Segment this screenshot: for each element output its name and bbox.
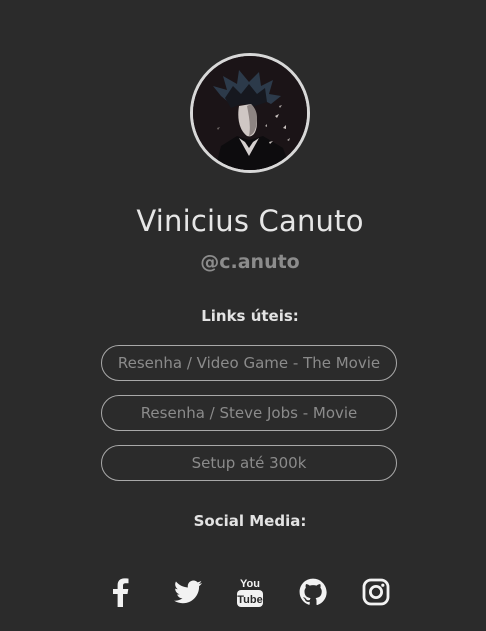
instagram-icon [362, 578, 390, 606]
svg-text:Tube: Tube [237, 594, 262, 606]
youtube-icon: You Tube [237, 578, 263, 607]
github-link[interactable] [297, 575, 329, 609]
instagram-link[interactable] [360, 575, 392, 609]
facebook-icon [113, 578, 129, 607]
youtube-link[interactable]: You Tube [232, 575, 268, 609]
avatar [190, 53, 310, 173]
link-button-setup[interactable]: Setup até 300k [101, 445, 397, 481]
social-heading: Social Media: [193, 512, 307, 530]
profile-name: Vinicius Canuto [136, 204, 364, 238]
link-button-steve-jobs[interactable]: Resenha / Steve Jobs - Movie [101, 395, 397, 431]
avatar-image [193, 56, 307, 170]
profile-handle: @c.anuto [200, 251, 300, 273]
links-heading: Links úteis: [201, 307, 299, 325]
github-icon [299, 578, 327, 606]
facebook-link[interactable] [105, 575, 135, 609]
link-button-video-game[interactable]: Resenha / Video Game - The Movie [101, 345, 397, 381]
svg-text:You: You [240, 578, 260, 590]
twitter-icon [174, 580, 202, 604]
twitter-link[interactable] [171, 575, 205, 609]
profile-page: Vinicius Canuto @c.anuto Links úteis: Re… [0, 0, 486, 631]
